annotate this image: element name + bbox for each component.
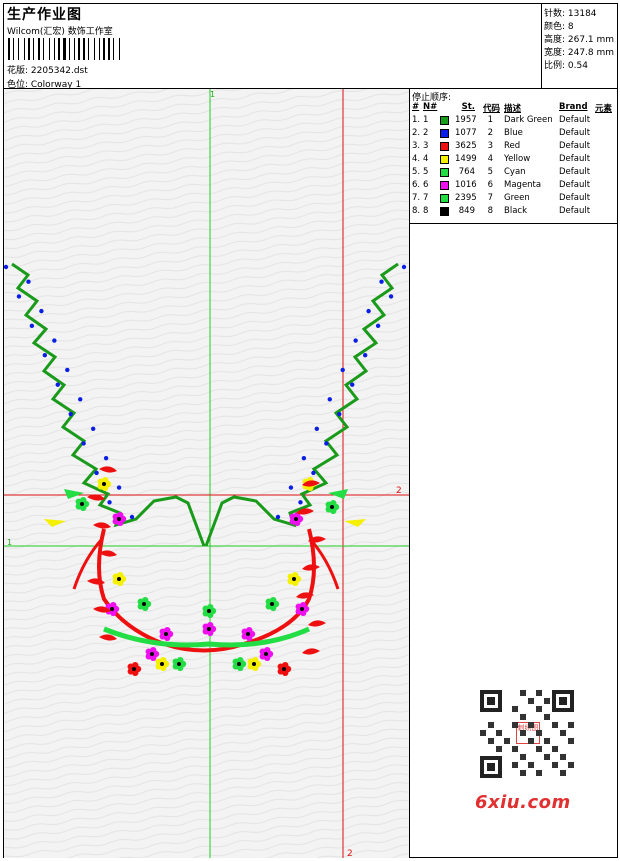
cell-stop: 6. [412,180,421,190]
guide-label-h1: 1 [7,538,12,547]
cell-code: 8 [487,206,493,216]
guide-label-v2: 2 [347,849,353,858]
stop-order-table: # N# St. 代码 描述 Brand 元素 1. 1 1957 1 Dark Gre… [411,101,617,218]
table-row[interactable]: 4. 4 1499 4 Yellow Default [411,153,617,166]
cell-brand: Default [559,115,591,125]
design-canvas[interactable]: 1 2 2 1 [4,89,409,858]
embroidery-preview: 1 2 2 1 [4,89,409,858]
color-count: 颜色: 8 [544,22,574,32]
cell-no: 8 [423,206,429,216]
cell-brand: Default [559,193,591,203]
cell-stop: 3. [412,141,421,151]
col-stop: # [412,102,420,112]
cell-desc: Cyan [504,167,526,177]
cell-code: 3 [487,141,493,151]
cell-st: 764 [458,167,475,177]
watermark-site[interactable]: 6xiu.com [475,792,571,813]
col-code: 代码 [482,104,500,114]
header: 生产作业图 Wilcom(汇宏) 数饰工作室 花版: 2205342.dst 色… [4,4,541,90]
cell-stop: 4. [412,154,421,164]
qr-finder-tr [552,690,574,712]
cell-no: 7 [423,193,429,203]
cell-desc: Yellow [504,154,531,164]
cell-desc: Green [504,193,530,203]
color-swatch [440,194,449,203]
company-name: Wilcom(汇宏) 数饰工作室 [7,27,113,37]
design-file: 花版: 2205342.dst [7,66,88,76]
col-desc: 描述 [504,104,522,114]
guide-label-h2: 2 [396,486,402,496]
cell-st: 1077 [455,128,477,138]
table-row[interactable]: 8. 8 849 8 Black Default [411,205,617,218]
cell-brand: Default [559,167,591,177]
table-row[interactable]: 7. 7 2395 7 Green Default [411,192,617,205]
stats-panel: 针数: 13184 颜色: 8 高度: 267.1 mm 宽度: 247.8 m… [541,4,617,88]
cell-code: 1 [487,115,493,125]
cell-code: 5 [487,167,493,177]
cell-stop: 2. [412,128,421,138]
cell-brand: Default [559,141,591,151]
table-row[interactable]: 5. 5 764 5 Cyan Default [411,166,617,179]
qr-finder-tl [480,690,502,712]
cell-brand: Default [559,154,591,164]
col-brand: Brand [559,102,588,112]
cell-desc: Dark Green [504,115,553,125]
cell-stop: 7. [412,193,421,203]
cell-brand: Default [559,180,591,190]
table-row[interactable]: 1. 1 1957 1 Dark Green Default [411,114,617,127]
cell-stop: 1. [412,115,421,125]
cell-st: 2395 [455,193,477,203]
cell-stop: 5. [412,167,421,177]
qr-code: 刺绣图 [472,684,582,784]
cell-st: 3625 [455,141,477,151]
color-swatch [440,142,449,151]
cell-no: 2 [423,128,429,138]
design-scale: 比例: 0.54 [544,61,588,71]
cell-desc: Magenta [504,180,542,190]
color-swatch [440,207,449,216]
cell-desc: Red [504,141,521,151]
cell-code: 4 [487,154,493,164]
stop-order-panel: 停止顺序: # N# St. 代码 描述 Brand 元素 1. 1 1957 1 Da… [410,89,617,224]
col-st: St. [461,102,475,112]
cell-no: 1 [423,115,429,125]
col-elem: 元素 [595,104,613,114]
guide-label-v1: 1 [210,90,215,99]
color-swatch [440,116,449,125]
cell-no: 4 [423,154,429,164]
cell-code: 2 [487,128,493,138]
cell-no: 6 [423,180,429,190]
page-title: 生产作业图 [7,7,82,23]
color-swatch [440,181,449,190]
cell-st: 1016 [455,180,477,190]
cell-st: 1499 [455,154,477,164]
table-row[interactable]: 6. 6 1016 6 Magenta Default [411,179,617,192]
color-swatch [440,155,449,164]
cell-desc: Black [504,206,527,216]
cell-st: 849 [458,206,475,216]
qr-finder-bl [480,756,502,778]
table-row[interactable]: 2. 2 1077 2 Blue Default [411,127,617,140]
table-row[interactable]: 3. 3 3625 3 Red Default [411,140,617,153]
table-header: # N# St. 代码 描述 Brand 元素 [411,101,617,114]
barcode [8,38,145,60]
col-no: N# [423,102,438,112]
color-swatch [440,168,449,177]
design-height: 高度: 267.1 mm [544,35,615,45]
stitch-count: 针数: 13184 [544,9,597,19]
cell-stop: 8. [412,206,421,216]
cell-code: 7 [487,193,493,203]
cell-code: 6 [487,180,493,190]
cell-no: 5 [423,167,429,177]
cell-brand: Default [559,206,591,216]
color-swatch [440,129,449,138]
cell-no: 3 [423,141,429,151]
design-width: 宽度: 247.8 mm [544,48,615,58]
cell-brand: Default [559,128,591,138]
cell-desc: Blue [504,128,523,138]
cell-st: 1957 [455,115,477,125]
